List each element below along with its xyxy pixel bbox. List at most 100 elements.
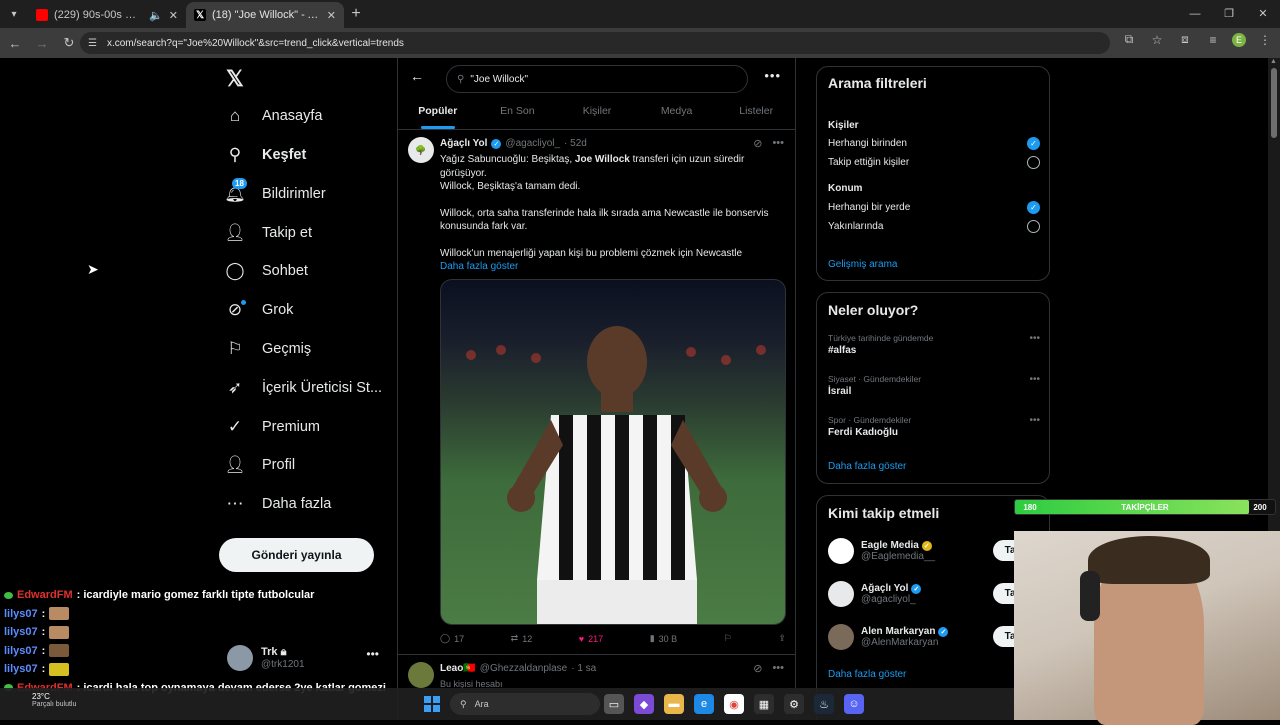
nav-home[interactable]: ⌂ Anasayfa	[222, 101, 323, 131]
extensions-icon[interactable]: ⧈	[1176, 32, 1194, 47]
show-more-link[interactable]: Daha fazla göster	[828, 461, 906, 472]
filter-option[interactable]: Takip ettiğin kişiler	[828, 156, 1040, 169]
back-icon[interactable]: ←	[3, 36, 27, 51]
suggested-account[interactable]: Ağaçlı Yol✓ @agacliyol_ Takip	[828, 579, 1042, 609]
nav-follow[interactable]: 👤︎ Takip et	[222, 218, 312, 248]
windows-taskbar: 23°C Parçalı bulutlu ⚲ Ara ▭ ◆ ▬ e ◉ ▦ ⚙…	[0, 688, 1014, 720]
post-button[interactable]: Gönderi yayınla	[219, 538, 374, 572]
nav-bookmarks[interactable]: ⚐ Geçmiş	[222, 334, 311, 364]
nav-premium[interactable]: ✓ Premium	[222, 412, 320, 442]
search-icon: ⚲	[457, 73, 465, 85]
media-icon[interactable]: ≡	[1204, 33, 1222, 47]
more-icon[interactable]: •••	[772, 662, 784, 675]
trends-panel: Neler oluyor? Türkiye tarihinde gündemde…	[816, 292, 1050, 484]
filter-option[interactable]: Herhangi birinden ✓	[828, 137, 1040, 150]
more-icon[interactable]: •••	[764, 68, 781, 83]
nav-notifications[interactable]: 🔔︎ 18 Bildirimler	[222, 178, 326, 209]
avatar[interactable]: 🌳	[408, 137, 434, 163]
verified-icon: ✓	[911, 583, 922, 594]
emote-icon	[49, 607, 70, 621]
show-more-link[interactable]: Daha fazla göster	[440, 261, 518, 272]
copilot-icon[interactable]: ◆	[634, 694, 654, 714]
install-icon[interactable]: ⧉	[1120, 32, 1138, 47]
filter-option[interactable]: Herhangi bir yerde ✓	[828, 201, 1040, 214]
tweet-handle[interactable]: @agacliyol_	[505, 138, 560, 149]
steam-icon[interactable]: ♨	[814, 694, 834, 714]
taskbar-search[interactable]: ⚲ Ara	[450, 693, 600, 715]
close-icon[interactable]: ✕	[327, 9, 336, 22]
search-input[interactable]: ⚲ "Joe Willock"	[446, 65, 748, 93]
forward-icon[interactable]: →	[30, 36, 54, 51]
share-button[interactable]: ⇪	[778, 633, 786, 644]
windows-start-icon[interactable]	[424, 696, 440, 712]
grok-icon[interactable]: ⊘	[753, 662, 762, 675]
views-button[interactable]: ▮ 30 B	[650, 633, 677, 644]
new-tab-button[interactable]: +	[344, 5, 368, 23]
tab-popular[interactable]: Popüler	[398, 98, 478, 129]
avatar	[828, 581, 854, 607]
profile-avatar[interactable]: E	[1232, 32, 1246, 47]
nav-chat[interactable]: ◯ Sohbet	[222, 256, 307, 286]
site-info-icon[interactable]: ☰	[88, 38, 97, 49]
back-arrow-icon[interactable]: ←	[410, 68, 424, 84]
search-filters-panel: Arama filtreleri Kişiler Herhangi birind…	[816, 66, 1050, 281]
trend-item[interactable]: Spor · Gündemdekiler Ferdi Kadıoğlu •••	[828, 415, 1040, 438]
avatar	[828, 538, 854, 564]
advanced-search-link[interactable]: Gelişmiş arama	[828, 259, 897, 270]
youtube-icon	[36, 9, 48, 21]
window-controls: — ❐ ✕	[1178, 0, 1280, 28]
suggested-account[interactable]: Eagle Media✓ @Eaglemedia__ Takip	[828, 536, 1042, 566]
x-logo-icon[interactable]: 𝕏	[226, 66, 252, 92]
edge-icon[interactable]: e	[694, 694, 714, 714]
retweet-button[interactable]: ⇄ 12	[511, 633, 533, 644]
tab-lists[interactable]: Listeler	[716, 98, 796, 129]
tweet-author[interactable]: Ağaçlı Yol	[440, 138, 487, 149]
file-explorer-icon[interactable]: ▬	[664, 694, 684, 714]
browser-tab-youtube[interactable]: (229) 90s-00s Gangsta Rap 🔈 ✕	[28, 2, 186, 28]
more-icon: •••	[1029, 415, 1040, 426]
menu-icon[interactable]: ⋮	[1256, 33, 1274, 47]
goal-target: 200	[1253, 502, 1267, 512]
tab-search-button[interactable]: ▾	[0, 0, 28, 28]
nav-grok[interactable]: ⊘ Grok	[222, 295, 293, 325]
discord-icon[interactable]: ☺	[844, 694, 864, 714]
trend-item[interactable]: Türkiye tarihinde gündemde #alfas •••	[828, 333, 1040, 356]
nav-explore[interactable]: ⚲ Keşfet	[222, 140, 307, 170]
chat-message: lilys07:	[4, 605, 504, 624]
nav-more[interactable]: ⋯ Daha fazla	[222, 489, 332, 519]
nav-profile[interactable]: 👤︎ Profil	[222, 450, 295, 480]
tab-latest[interactable]: En Son	[478, 98, 558, 129]
reload-icon[interactable]: ↻	[57, 35, 81, 51]
minimize-icon[interactable]: —	[1178, 0, 1212, 28]
close-icon[interactable]: ✕	[169, 9, 178, 22]
star-icon[interactable]: ☆	[1148, 33, 1166, 47]
more-icon[interactable]: •••	[772, 137, 784, 150]
tweet-time[interactable]: · 52d	[564, 138, 587, 149]
browser-tabbar: ▾ (229) 90s-00s Gangsta Rap 🔈 ✕ 𝕏 (18) "…	[0, 0, 1280, 28]
filter-option[interactable]: Yakınlarında	[828, 220, 1040, 233]
tab-media[interactable]: Medya	[637, 98, 717, 129]
close-window-icon[interactable]: ✕	[1246, 0, 1280, 28]
chrome-icon[interactable]: ◉	[724, 694, 744, 714]
speaker-icon[interactable]: 🔈	[149, 9, 163, 22]
task-view-icon[interactable]: ▭	[604, 694, 624, 714]
emote-icon	[49, 625, 70, 639]
show-more-link[interactable]: Daha fazla göster	[828, 669, 906, 680]
tweet-image[interactable]	[440, 279, 786, 625]
tab-people[interactable]: Kişiler	[557, 98, 637, 129]
bookmark-button[interactable]: ⚐	[724, 633, 732, 644]
browser-tab-x[interactable]: 𝕏 (18) "Joe Willock" - Arama / X ✕	[186, 2, 344, 28]
grok-icon[interactable]: ⊘	[753, 137, 762, 150]
weather-widget[interactable]: 23°C Parçalı bulutlu	[32, 692, 76, 708]
app-icon[interactable]: ⚙	[784, 694, 804, 714]
suggested-account[interactable]: Alen Markaryan✓ @AlenMarkaryan Takip	[828, 622, 1042, 652]
store-icon[interactable]: ▦	[754, 694, 774, 714]
tweet[interactable]: 🌳 Ağaçlı Yol ✓ @agacliyol_ · 52d ⊘ ••• Y…	[398, 131, 796, 655]
scrollbar-thumb[interactable]	[1271, 68, 1277, 138]
tweet-time[interactable]: · 1 sa	[571, 663, 596, 674]
like-button[interactable]: ♥ 217	[579, 634, 603, 644]
trend-item[interactable]: Siyaset · Gündemdekiler İsrail •••	[828, 374, 1040, 397]
nav-creator-studio[interactable]: ➶ İçerik Üreticisi St...	[222, 373, 382, 403]
maximize-icon[interactable]: ❐	[1212, 0, 1246, 28]
address-bar[interactable]: ☰ x.com/search?q="Joe%20Willock"&src=tre…	[80, 32, 1110, 54]
